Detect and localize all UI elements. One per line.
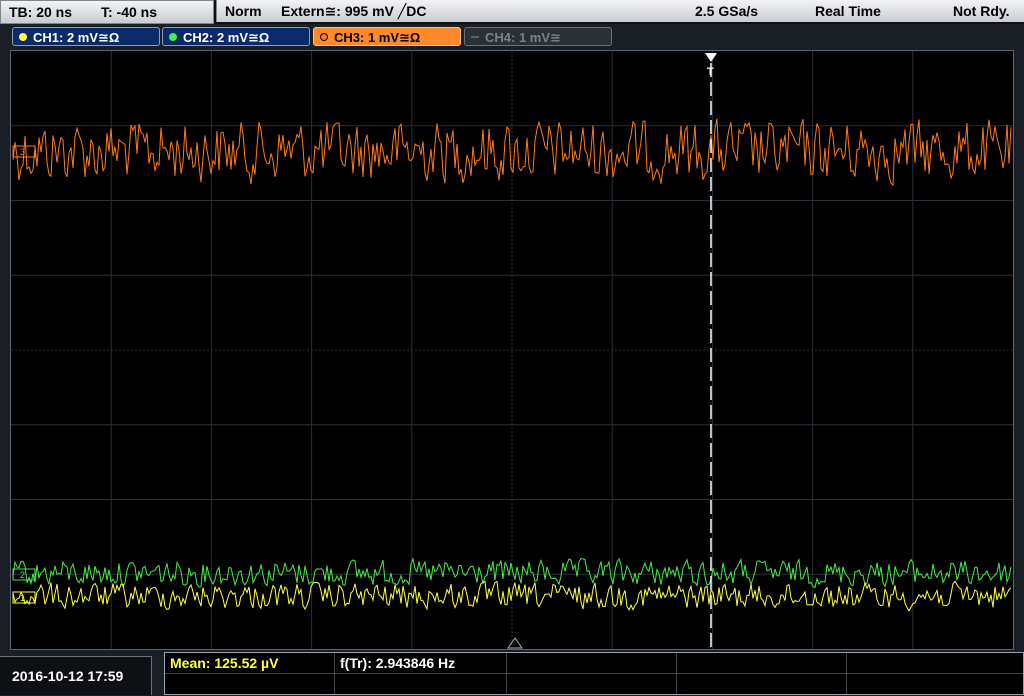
measurement-cell-9 <box>677 674 847 694</box>
svg-text:3: 3 <box>20 147 25 157</box>
waveform-canvas: T 3 2 1 <box>11 51 1013 649</box>
measurement-cell-3 <box>507 653 677 674</box>
trigger-marker-label: T <box>707 66 714 78</box>
status-bar: TB: 20 ns T: -40 ns Norm Extern≅: 995 mV… <box>0 0 1024 24</box>
measurement-cell-10 <box>847 674 1023 694</box>
svg-text:1: 1 <box>20 593 25 603</box>
ch2-label: CH2: 2 mV≅Ω <box>183 30 270 45</box>
sample-rate: 2.5 GSa/s <box>695 3 759 19</box>
mean-measurement: Mean: 125.52 µV <box>170 655 279 671</box>
ch1-label: CH1: 2 mV≅Ω <box>33 30 120 45</box>
ch3-label: CH3: 1 mV≅Ω <box>334 30 421 45</box>
ch3-indicator-icon <box>320 33 328 41</box>
trigger-time-value: T: -40 ns <box>101 4 158 20</box>
channel-tab-ch2[interactable]: CH2: 2 mV≅Ω <box>162 27 310 46</box>
measurement-cell-5 <box>847 653 1023 674</box>
channel-tab-ch1[interactable]: CH1: 2 mV≅Ω <box>12 27 160 46</box>
ch4-indicator-icon <box>471 36 479 38</box>
ch1-indicator-icon <box>19 33 27 41</box>
datetime-display: 2016-10-12 17:59 <box>0 656 152 695</box>
measurement-cell-7 <box>335 674 507 694</box>
graticule <box>11 51 1013 649</box>
channel-tab-ch3[interactable]: CH3: 1 mV≅Ω <box>313 27 461 46</box>
acquisition-mode: Real Time <box>815 3 881 19</box>
channel-tab-ch4[interactable]: CH4: 1 mV≅ <box>464 27 612 46</box>
trigger-panel[interactable]: Norm Extern≅: 995 mV ╱DC 2.5 GSa/s Real … <box>216 0 1024 22</box>
ch4-label: CH4: 1 mV≅ <box>485 30 561 45</box>
timebase-panel[interactable]: TB: 20 ns T: -40 ns <box>0 0 214 24</box>
frequency-measurement: f(Tr): 2.943846 Hz <box>340 655 456 671</box>
ch1-waveform <box>12 580 1012 612</box>
ch2-indicator-icon <box>169 33 177 41</box>
trigger-mode: Norm <box>225 3 262 19</box>
measurement-cell-4 <box>677 653 847 674</box>
waveform-display[interactable]: T 3 2 1 <box>10 50 1014 650</box>
measurement-panel[interactable]: Mean: 125.52 µV f(Tr): 2.943846 Hz <box>164 652 1024 695</box>
trigger-position-icon[interactable] <box>705 53 717 62</box>
measurement-cell-8 <box>507 674 677 694</box>
acquisition-status: Not Rdy. <box>953 3 1010 19</box>
trigger-source: Extern≅: 995 mV ╱DC <box>281 3 427 19</box>
timebase-value: TB: 20 ns <box>9 4 73 20</box>
svg-text:2: 2 <box>20 570 25 580</box>
measurement-cell-6 <box>165 674 335 694</box>
horizontal-position-icon[interactable] <box>507 637 523 649</box>
